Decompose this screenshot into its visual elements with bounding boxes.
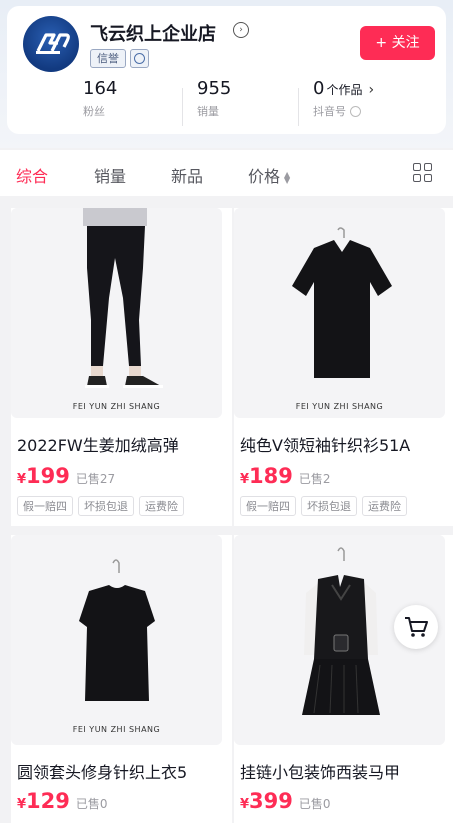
product-photo-pants [83,208,163,388]
product-image[interactable]: FEI YUN ZHI SHANG [11,535,222,745]
tag-shipping-insurance: 运费险 [362,496,407,516]
product-price: ¥189 已售2 [240,464,331,488]
sort-bar: 综合 销量 新品 价格 ▲ ▼ [0,150,453,196]
credit-badge[interactable]: 信誉 [90,49,126,68]
product-title[interactable]: 纯色V领短袖针织衫51A [240,432,410,456]
brand-caption: FEI YUN ZHI SHANG [295,402,384,411]
product-card[interactable]: 挂链小包装饰西装马甲 ¥399 已售0 [234,535,453,823]
product-photo-tshirt [292,227,392,378]
works-count: 0 [313,78,325,99]
shop-logo-icon [36,33,70,54]
shop-info-icon[interactable]: › [233,22,249,38]
sales-label: 销量 [197,105,219,118]
tag-fake-compensation: 假一赔四 [240,496,296,516]
tab-new[interactable]: 新品 [171,163,203,187]
product-image[interactable]: FEI YUN ZHI SHANG [234,208,445,418]
currency-symbol: ¥ [17,797,27,812]
shop-logo[interactable] [23,16,79,72]
currency-symbol: ¥ [240,797,250,812]
currency-symbol: ¥ [17,472,27,487]
fans-count: 164 [83,78,118,99]
tab-sales[interactable]: 销量 [94,163,126,187]
tag-damage-return: 坏损包退 [301,496,357,516]
stat-divider [298,88,299,126]
price-value: 199 [26,464,70,488]
product-image[interactable]: FEI YUN ZHI SHANG [11,208,222,418]
tab-comprehensive[interactable]: 综合 [16,163,48,187]
product-title[interactable]: 挂链小包装饰西装马甲 [240,759,400,783]
chevron-right-icon: › [368,82,375,98]
cart-icon [405,617,428,637]
fans-label: 粉丝 [83,105,105,118]
sold-count: 已售27 [75,472,116,486]
price-value: 129 [26,789,70,813]
product-photo-vest-top [79,559,155,701]
edit-icon [350,105,361,117]
tab-price[interactable]: 价格 ▲ ▼ [248,163,290,187]
shop-name[interactable]: 飞云织上企业店 [90,20,216,46]
stat-sales[interactable]: 955 销量 [197,78,231,119]
douyin-id-label: 抖音号 [313,105,346,118]
product-title[interactable]: 圆领套头修身针织上衣5 [17,759,187,783]
price-value: 189 [249,464,293,488]
sold-count: 已售2 [298,472,331,486]
product-price: ¥399 已售0 [240,789,331,813]
product-title[interactable]: 2022FW生姜加绒高弹 [17,432,179,456]
sold-count: 已售0 [75,797,108,811]
tag-damage-return: 坏损包退 [78,496,134,516]
works-unit: 个作品 [326,83,363,97]
product-tags: 假一赔四 坏损包退 运费险 [17,496,184,516]
product-card[interactable]: FEI YUN ZHI SHANG 纯色V领短袖针织衫51A ¥189 已售2 假… [234,208,453,526]
follow-button[interactable]: + 关注 [360,26,435,60]
add-to-cart-button[interactable] [394,605,438,649]
product-tags: 假一赔四 坏损包退 运费险 [240,496,407,516]
product-card[interactable]: FEI YUN ZHI SHANG 2022FW生姜加绒高弹 ¥199 已售27 … [11,208,232,526]
price-value: 399 [249,789,293,813]
grid-view-icon[interactable] [413,163,432,182]
verified-badge-icon[interactable] [130,49,149,68]
sales-count: 955 [197,78,232,99]
tag-fake-compensation: 假一赔四 [17,496,73,516]
currency-symbol: ¥ [240,472,250,487]
product-price: ¥199 已售27 [17,464,115,488]
sold-count: 已售0 [298,797,331,811]
product-card[interactable]: FEI YUN ZHI SHANG 圆领套头修身针织上衣5 ¥129 已售0 [11,535,232,823]
stat-divider [182,88,183,126]
brand-caption: FEI YUN ZHI SHANG [72,402,161,411]
stat-fans[interactable]: 164 粉丝 [83,78,117,119]
tag-shipping-insurance: 运费险 [139,496,184,516]
shop-header-card: 飞云织上企业店 › 信誉 + 关注 164 粉丝 955 销量 0 个作品 › … [7,6,446,134]
brand-caption: FEI YUN ZHI SHANG [72,725,161,734]
stat-works[interactable]: 0 个作品 › 抖音号 [313,78,374,119]
product-price: ¥129 已售0 [17,789,108,813]
tab-price-label: 价格 [248,167,281,186]
sort-arrows-icon: ▲ ▼ [284,169,291,185]
